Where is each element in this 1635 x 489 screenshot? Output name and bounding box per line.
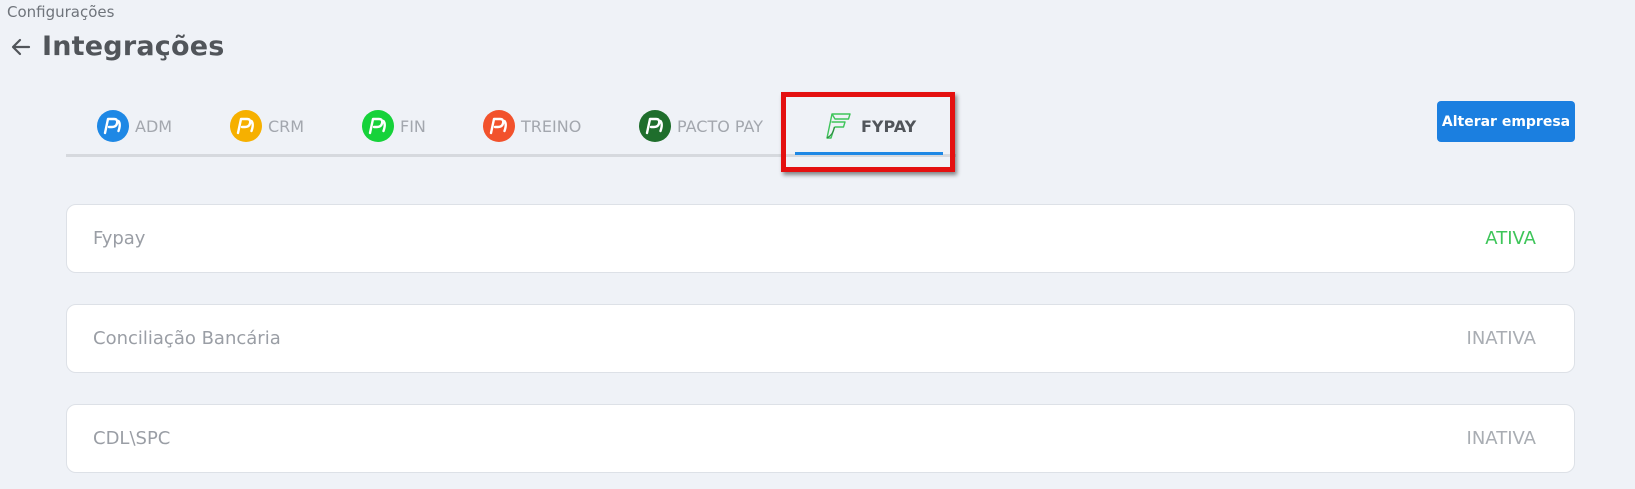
tab-pacto-pay[interactable]: PACTO PAY: [639, 109, 763, 143]
pacto-logo-icon: [362, 110, 394, 142]
tab-label: ADM: [135, 116, 173, 136]
page-header: Integrações: [9, 31, 225, 62]
tab-label: TREINO: [521, 116, 582, 136]
alterar-empresa-button[interactable]: Alterar empresa: [1437, 101, 1575, 142]
integration-card-fypay[interactable]: Fypay ATIVA: [66, 204, 1575, 273]
highlight-box: [781, 92, 955, 172]
tab-adm[interactable]: ADM: [97, 109, 172, 143]
pacto-logo-icon: [639, 110, 671, 142]
tab-label: PACTO PAY: [677, 116, 764, 136]
pacto-logo-icon: [483, 110, 515, 142]
integration-card-conciliacao[interactable]: Conciliação Bancária INATIVA: [66, 304, 1575, 373]
integration-name: Conciliação Bancária: [93, 328, 281, 349]
integration-card-cdl-spc[interactable]: CDL\SPC INATIVA: [66, 404, 1575, 473]
tab-crm[interactable]: CRM: [230, 109, 304, 143]
tab-fin[interactable]: FIN: [362, 109, 426, 143]
tab-label: CRM: [268, 116, 305, 136]
page-title: Integrações: [42, 31, 225, 62]
page: Configurações Integrações ADM CRM FIN TR…: [0, 0, 1635, 489]
status-badge: ATIVA: [1485, 228, 1536, 249]
pacto-logo-icon: [97, 110, 129, 142]
arrow-left-icon[interactable]: [9, 35, 33, 59]
breadcrumb[interactable]: Configurações: [7, 3, 114, 21]
integration-name: Fypay: [93, 228, 146, 249]
integration-name: CDL\SPC: [93, 428, 171, 449]
tab-label: FIN: [400, 116, 426, 136]
status-badge: INATIVA: [1466, 328, 1536, 349]
pacto-logo-icon: [230, 110, 262, 142]
status-badge: INATIVA: [1466, 428, 1536, 449]
tab-treino[interactable]: TREINO: [483, 109, 581, 143]
